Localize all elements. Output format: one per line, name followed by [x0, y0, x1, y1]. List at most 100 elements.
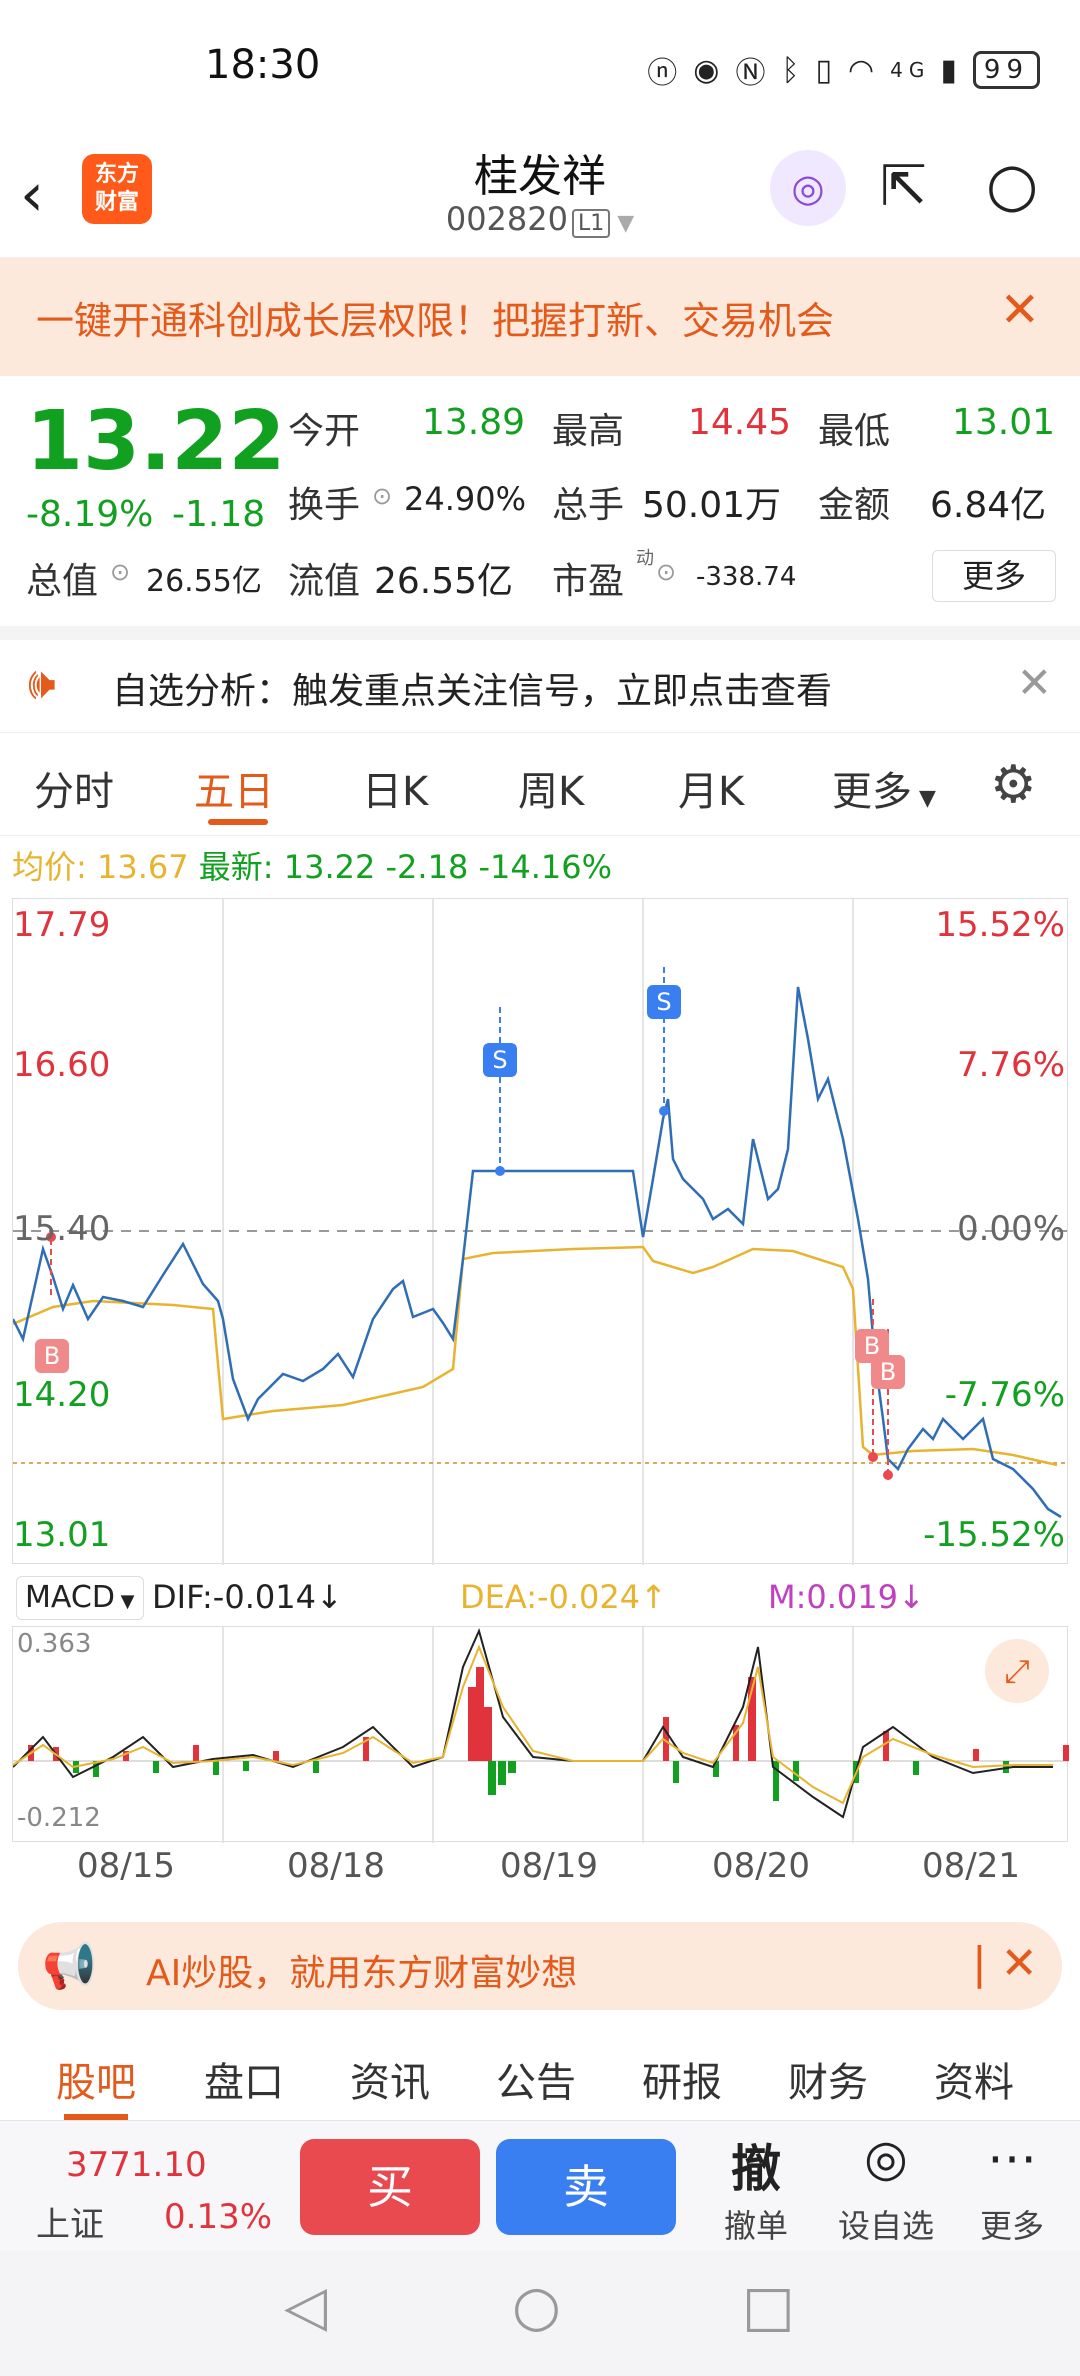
- macd-top-tick: 0.363: [17, 1629, 92, 1659]
- add-watchlist-icon[interactable]: ◎: [826, 2129, 946, 2187]
- promo-banner[interactable]: 一键开通科创成长层权限！把握打新、交易机会 ✕: [0, 258, 1080, 376]
- float-value: 26.55亿: [374, 561, 514, 602]
- amount-label: 金额: [818, 485, 891, 526]
- y-left-tick: 17.79: [13, 905, 111, 945]
- chevron-down-icon: ▼: [610, 211, 635, 236]
- close-icon[interactable]: ✕: [1000, 282, 1040, 338]
- float-label: 流值: [288, 561, 361, 602]
- n-icon: Ⓝ: [735, 56, 772, 91]
- stock-code: 002820: [445, 200, 568, 238]
- cancel-order-icon[interactable]: 撤: [696, 2129, 816, 2201]
- caret-down-icon: ▼: [114, 1591, 135, 1612]
- tab-monthly-k[interactable]: 月K: [678, 759, 744, 817]
- robot-assistant-icon[interactable]: ◎: [770, 150, 846, 226]
- pe-superscript: 动: [636, 548, 654, 569]
- info-icon[interactable]: ⊙: [110, 558, 130, 586]
- status-icons: ⓝ ◉ Ⓝ ᛒ ▯ ◠ 4G ▮ 99: [647, 48, 1040, 92]
- date-label: 08/18: [287, 1846, 385, 1886]
- clock: 18:30: [205, 42, 321, 88]
- y-right-tick: 0.00%: [956, 1209, 1065, 1249]
- tab-daily-k[interactable]: 日K: [362, 759, 428, 817]
- index-name[interactable]: 上证: [36, 2197, 104, 2246]
- tab-research[interactable]: 研报: [642, 2050, 722, 2108]
- tab-weekly-k[interactable]: 周K: [518, 759, 584, 817]
- vibrate-icon: ▯: [815, 52, 838, 88]
- turnover-label: 换手: [288, 485, 361, 526]
- sell-button[interactable]: 卖: [496, 2139, 676, 2235]
- current-price: 13.22: [26, 394, 286, 489]
- active-tab-indicator: [208, 819, 268, 825]
- caret-down-icon: ▼: [912, 786, 936, 811]
- nav-home-icon[interactable]: ○: [512, 2274, 561, 2339]
- battery-icon: 99: [972, 51, 1040, 89]
- open-label: 今开: [288, 411, 361, 452]
- indicator-select[interactable]: MACD ▼: [16, 1576, 144, 1620]
- close-icon[interactable]: | ✕: [972, 1938, 1038, 1989]
- more-label[interactable]: 更多: [952, 2201, 1072, 2247]
- y-left-tick: 13.01: [13, 1515, 111, 1555]
- nav-recents-icon[interactable]: □: [742, 2274, 795, 2339]
- analysis-notice[interactable]: 🕪 自选分析：触发重点关注信号，立即点击查看 ✕: [0, 640, 1080, 732]
- trade-action-bar: 3771.10 上证 0.13% 买 卖 撤 撤单 ◎ 设自选 ⋯ 更多: [0, 2120, 1080, 2250]
- index-value[interactable]: 3771.10: [66, 2145, 207, 2185]
- bluetooth-icon: ᛒ: [781, 52, 806, 88]
- buy-marker[interactable]: B: [35, 1339, 69, 1373]
- tab-announcements[interactable]: 公告: [496, 2050, 576, 2108]
- tab-intraday[interactable]: 分时: [34, 759, 114, 817]
- ai-banner-text: AI炒股，就用东方财富妙想: [146, 1953, 578, 1994]
- search-icon[interactable]: ○: [986, 150, 1038, 220]
- date-label: 08/19: [500, 1846, 598, 1886]
- macd-chart[interactable]: 0.363 -0.212 ⤢: [12, 1626, 1069, 1843]
- high-value: 14.45: [688, 402, 792, 443]
- info-icon[interactable]: ⊙: [656, 558, 676, 586]
- speaker-icon: 🕪: [28, 658, 56, 709]
- more-dots-icon[interactable]: ⋯: [952, 2129, 1072, 2187]
- turnover-value: 24.90%: [404, 480, 527, 518]
- add-watchlist-label[interactable]: 设自选: [826, 2201, 946, 2247]
- tab-more[interactable]: 更多 ▼: [832, 759, 936, 817]
- info-icon[interactable]: ⊙: [372, 482, 392, 510]
- date-label: 08/21: [922, 1846, 1020, 1886]
- avg-value: 13.67: [96, 848, 189, 886]
- ai-banner[interactable]: 📢 AI炒股，就用东方财富妙想 | ✕: [18, 1922, 1062, 2010]
- tab-profile[interactable]: 资料: [934, 2050, 1014, 2108]
- nav-back-icon[interactable]: ◁: [284, 2274, 327, 2339]
- m-value: M:0.019↓: [768, 1578, 925, 1616]
- expand-icon[interactable]: ⤢: [985, 1639, 1049, 1703]
- dif-value: DIF:-0.014↓: [152, 1578, 343, 1616]
- macd-legend: MACD ▼ DIF:-0.014↓ DEA:-0.024↑ M:0.019↓: [12, 1570, 1068, 1626]
- nfc-icon: ⓝ: [647, 56, 684, 91]
- tab-pankou[interactable]: 盘口: [204, 2050, 284, 2108]
- stock-header: ‹ 东方 财富 桂发祥 002820 L1 ▼ ◎ ⇱ ○: [0, 140, 1080, 258]
- tab-news[interactable]: 资讯: [350, 2050, 430, 2108]
- wifi-icon: ◠: [847, 52, 881, 88]
- change-percent: -8.19%: [26, 494, 154, 535]
- quote-more-button[interactable]: 更多: [932, 550, 1056, 602]
- system-nav-bar: ◁ ○ □: [0, 2250, 1080, 2376]
- sell-marker[interactable]: S: [483, 1043, 517, 1077]
- buy-marker[interactable]: B: [871, 1355, 905, 1389]
- open-value: 13.89: [422, 402, 526, 443]
- mktcap-value: 26.55亿: [146, 564, 262, 599]
- eye-icon: ◉: [693, 52, 726, 88]
- content-tabs: 股吧 盘口 资讯 公告 研报 财务 资料: [0, 2030, 1080, 2120]
- cancel-order-label[interactable]: 撤单: [696, 2201, 816, 2247]
- network-type: 4G: [890, 58, 931, 82]
- promo-text: 一键开通科创成长层权限！把握打新、交易机会: [36, 299, 835, 343]
- five-day-chart[interactable]: S S B B B 17.79 16.60 15.40 14.20 13.01 …: [12, 898, 1069, 1565]
- date-label: 08/20: [712, 1846, 810, 1886]
- close-icon[interactable]: ✕: [1017, 658, 1052, 707]
- sell-marker[interactable]: S: [647, 985, 681, 1019]
- tab-finance[interactable]: 财务: [788, 2050, 868, 2108]
- pe-label: 市盈: [552, 561, 625, 602]
- latest-change-pct: -14.16%: [478, 848, 613, 886]
- tab-five-day[interactable]: 五日: [194, 759, 274, 817]
- quote-panel: 13.22 -8.19% -1.18 今开 13.89 最高 14.45 最低 …: [0, 376, 1080, 626]
- tab-guba[interactable]: 股吧: [56, 2050, 136, 2108]
- low-label: 最低: [818, 411, 891, 452]
- gear-icon[interactable]: ⚙: [990, 755, 1037, 815]
- avg-label: 均价:: [12, 848, 87, 886]
- buy-button[interactable]: 买: [300, 2139, 480, 2235]
- share-icon[interactable]: ⇱: [880, 154, 927, 219]
- index-pct[interactable]: 0.13%: [164, 2197, 272, 2237]
